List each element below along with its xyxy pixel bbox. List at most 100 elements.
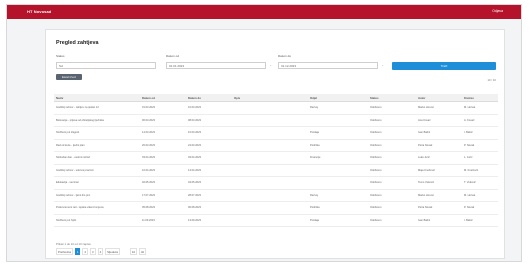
table-cell: Godišnji odmor - zahtjev za tjedan 12 <box>54 101 140 115</box>
search-button[interactable]: Traži <box>392 62 496 70</box>
date-from-input[interactable]: 01.01.2023 <box>166 62 266 69</box>
table-row[interactable]: Bolovanje - prijava od obiteljskog liječ… <box>54 114 498 127</box>
table-header-row: Naziv Datum od Datum do Opis Odjel Statu… <box>54 94 498 102</box>
table-cell: 28.07.2023 <box>186 189 232 202</box>
column-header[interactable]: Kreirao <box>462 94 498 102</box>
table-row[interactable]: Rad od kuće - tjedni plan 20.03.2023 24.03… <box>54 139 498 152</box>
table-cell: Odobreno <box>368 101 416 115</box>
table-cell: T. Vuković <box>462 176 498 190</box>
table-cell: 24.03.2023 <box>186 139 232 152</box>
date-from-label: Datum od <box>166 54 180 58</box>
table-row[interactable]: Službeni put Split 11.09.2023 13.09.2023 Pr… <box>54 214 498 227</box>
table-cell: Petra Novak <box>416 201 462 215</box>
table-cell: Odobreno <box>368 214 416 227</box>
prev-page-button[interactable]: Prethodna <box>56 248 73 255</box>
date-to-input[interactable]: 31.12.2023 <box>278 62 378 69</box>
table-cell: 05.08.2023 <box>140 201 186 215</box>
table-cell <box>232 126 308 140</box>
table-cell <box>232 164 308 177</box>
table-cell: L. Jurić <box>462 151 498 165</box>
table-cell: Ivan Babić <box>416 214 462 227</box>
date-to-label: Datum do <box>278 54 292 58</box>
page-button[interactable]: 4 <box>97 248 104 255</box>
status-label: Status <box>56 54 65 58</box>
column-header[interactable]: Status <box>368 94 416 102</box>
table-cell: Odobreno <box>368 151 416 165</box>
table-cell: Razvoj <box>308 101 368 115</box>
date-separator-2: - <box>382 62 384 67</box>
table-cell: Odobreno <box>368 164 416 177</box>
status-select[interactable]: Svi <box>56 62 156 69</box>
go-button[interactable]: Idi <box>139 248 146 255</box>
table-cell: Godišnji odmor - ljetni dio prvi <box>54 189 140 202</box>
table-cell: 01.03.2023 <box>140 101 186 115</box>
page-button[interactable]: 3 <box>90 248 96 255</box>
table-cell: P. Novak <box>462 139 498 152</box>
table-cell: Financije <box>308 151 368 165</box>
table-cell <box>308 164 368 177</box>
table-cell: 10.04.2023 <box>140 164 186 177</box>
table-row[interactable]: Edukacija - seminar 02.05.2023 04.05.2023 O… <box>54 176 498 190</box>
table-cell: Odobreno <box>368 176 416 190</box>
logout-link[interactable]: Odjava <box>492 9 503 13</box>
export-excel-button[interactable]: Excel izvoz <box>56 74 82 80</box>
table-cell: M. Horvat <box>462 189 498 202</box>
table-row[interactable]: Godišnji odmor - uskrsni praznici 10.04.2… <box>54 164 498 177</box>
table-cell: 16.03.2023 <box>186 126 232 140</box>
table-cell: Marko Horvat <box>416 101 462 115</box>
table-cell: 08.03.2023 <box>186 114 232 127</box>
table-cell: M. Horvat <box>462 101 498 115</box>
table-cell: Prekovremeni rad - isplata vikend smjena <box>54 201 140 215</box>
table-cell: Marko Horvat <box>416 189 462 202</box>
table-cell: 02.05.2023 <box>140 176 186 190</box>
page-title: Pregled zahtjeva <box>56 40 99 46</box>
table-cell <box>232 151 308 165</box>
brand-logo-text[interactable]: HT Novosad <box>27 9 51 14</box>
column-header[interactable]: Naziv <box>54 94 140 102</box>
table-row[interactable]: Godišnji odmor - zahtjev za tjedan 12 01.… <box>54 101 498 115</box>
table-cell <box>232 139 308 152</box>
top-navbar: HT Novosad Odjava <box>7 5 521 19</box>
table-cell: 20.03.2023 <box>140 139 186 152</box>
table-row[interactable]: Godišnji odmor - ljetni dio prvi 17.07.20… <box>54 189 498 202</box>
table-cell: Odobreno <box>368 201 416 215</box>
row-count: 10 / 10 <box>487 78 496 82</box>
page-size-select[interactable]: 10 <box>129 248 138 255</box>
table-cell: Rad od kuće - tjedni plan <box>54 139 140 152</box>
table-cell: Podrška <box>308 139 368 152</box>
column-header[interactable]: Opis <box>232 94 308 102</box>
table-row[interactable]: Službeni put Zagreb 14.03.2023 16.03.2023 P… <box>54 126 498 140</box>
column-header[interactable]: Datum od <box>140 94 186 102</box>
table-cell: Prodaja <box>308 214 368 227</box>
table-cell: I. Babić <box>462 126 498 140</box>
table-cell: 06.08.2023 <box>186 201 232 215</box>
table-cell: Odobreno <box>368 139 416 152</box>
page-button[interactable]: 1 <box>74 248 81 255</box>
next-page-button[interactable]: Sljedeća <box>105 248 120 255</box>
table-cell: A. Kovač <box>462 114 498 127</box>
table-cell <box>308 176 368 190</box>
table-cell: Luka Jurić <box>416 151 462 165</box>
table-cell <box>232 201 308 215</box>
column-header[interactable]: Datum do <box>186 94 232 102</box>
table-row[interactable]: Slobodan dan - osobni razlozi 03.04.2023 0… <box>54 151 498 165</box>
page-button[interactable]: 2 <box>82 248 89 255</box>
table-cell: Podrška <box>308 201 368 215</box>
table-cell: 03.04.2023 <box>140 151 186 165</box>
table-cell: Ivan Babić <box>416 126 462 140</box>
table-cell: Edukacija - seminar <box>54 176 140 190</box>
table-cell: Razvoj <box>308 189 368 202</box>
table-cell: Ana Kovač <box>416 114 462 127</box>
table-cell: Godišnji odmor - uskrsni praznici <box>54 164 140 177</box>
table-cell: 17.07.2023 <box>140 189 186 202</box>
table-cell: Slobodan dan - osobni razlozi <box>54 151 140 165</box>
date-separator: - <box>270 62 272 67</box>
column-header[interactable]: Odjel <box>308 94 368 102</box>
table-cell <box>232 101 308 115</box>
table-cell: P. Novak <box>462 201 498 215</box>
table-row[interactable]: Prekovremeni rad - isplata vikend smjena… <box>54 201 498 215</box>
table-cell: M. Knežević <box>462 164 498 177</box>
table-cell <box>308 114 368 127</box>
column-header[interactable]: Autor <box>416 94 462 102</box>
table-cell: I. Babić <box>462 214 498 227</box>
